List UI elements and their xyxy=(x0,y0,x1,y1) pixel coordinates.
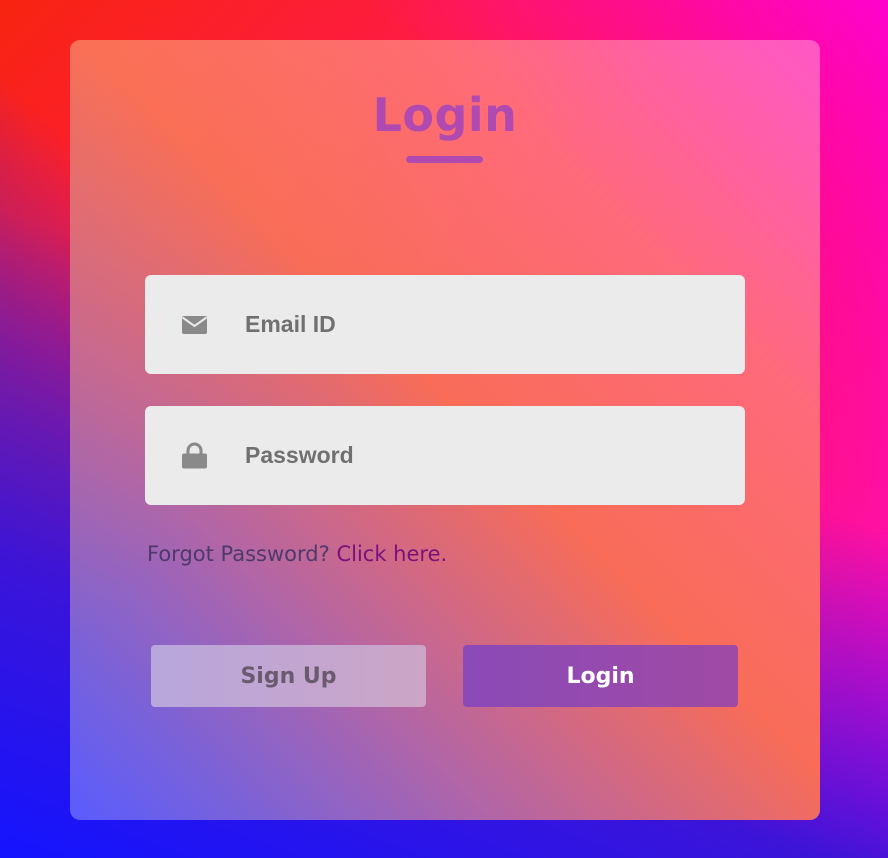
password-input[interactable] xyxy=(245,406,725,505)
lock-icon xyxy=(182,442,207,469)
password-field-container xyxy=(145,406,745,505)
forgot-password-text: Forgot Password? xyxy=(147,542,337,566)
title-underline xyxy=(406,156,483,163)
page-title: Login xyxy=(372,88,518,142)
forgot-password-link[interactable]: Click here. xyxy=(336,542,447,566)
forgot-password-row: Forgot Password? Click here. xyxy=(147,542,447,566)
login-button[interactable]: Login xyxy=(463,645,738,707)
email-field-container xyxy=(145,275,745,374)
signup-button[interactable]: Sign Up xyxy=(151,645,426,707)
email-input[interactable] xyxy=(245,275,725,374)
envelope-icon xyxy=(181,316,208,334)
login-card: Login Forgot Password? Click here. Sign … xyxy=(70,40,820,820)
